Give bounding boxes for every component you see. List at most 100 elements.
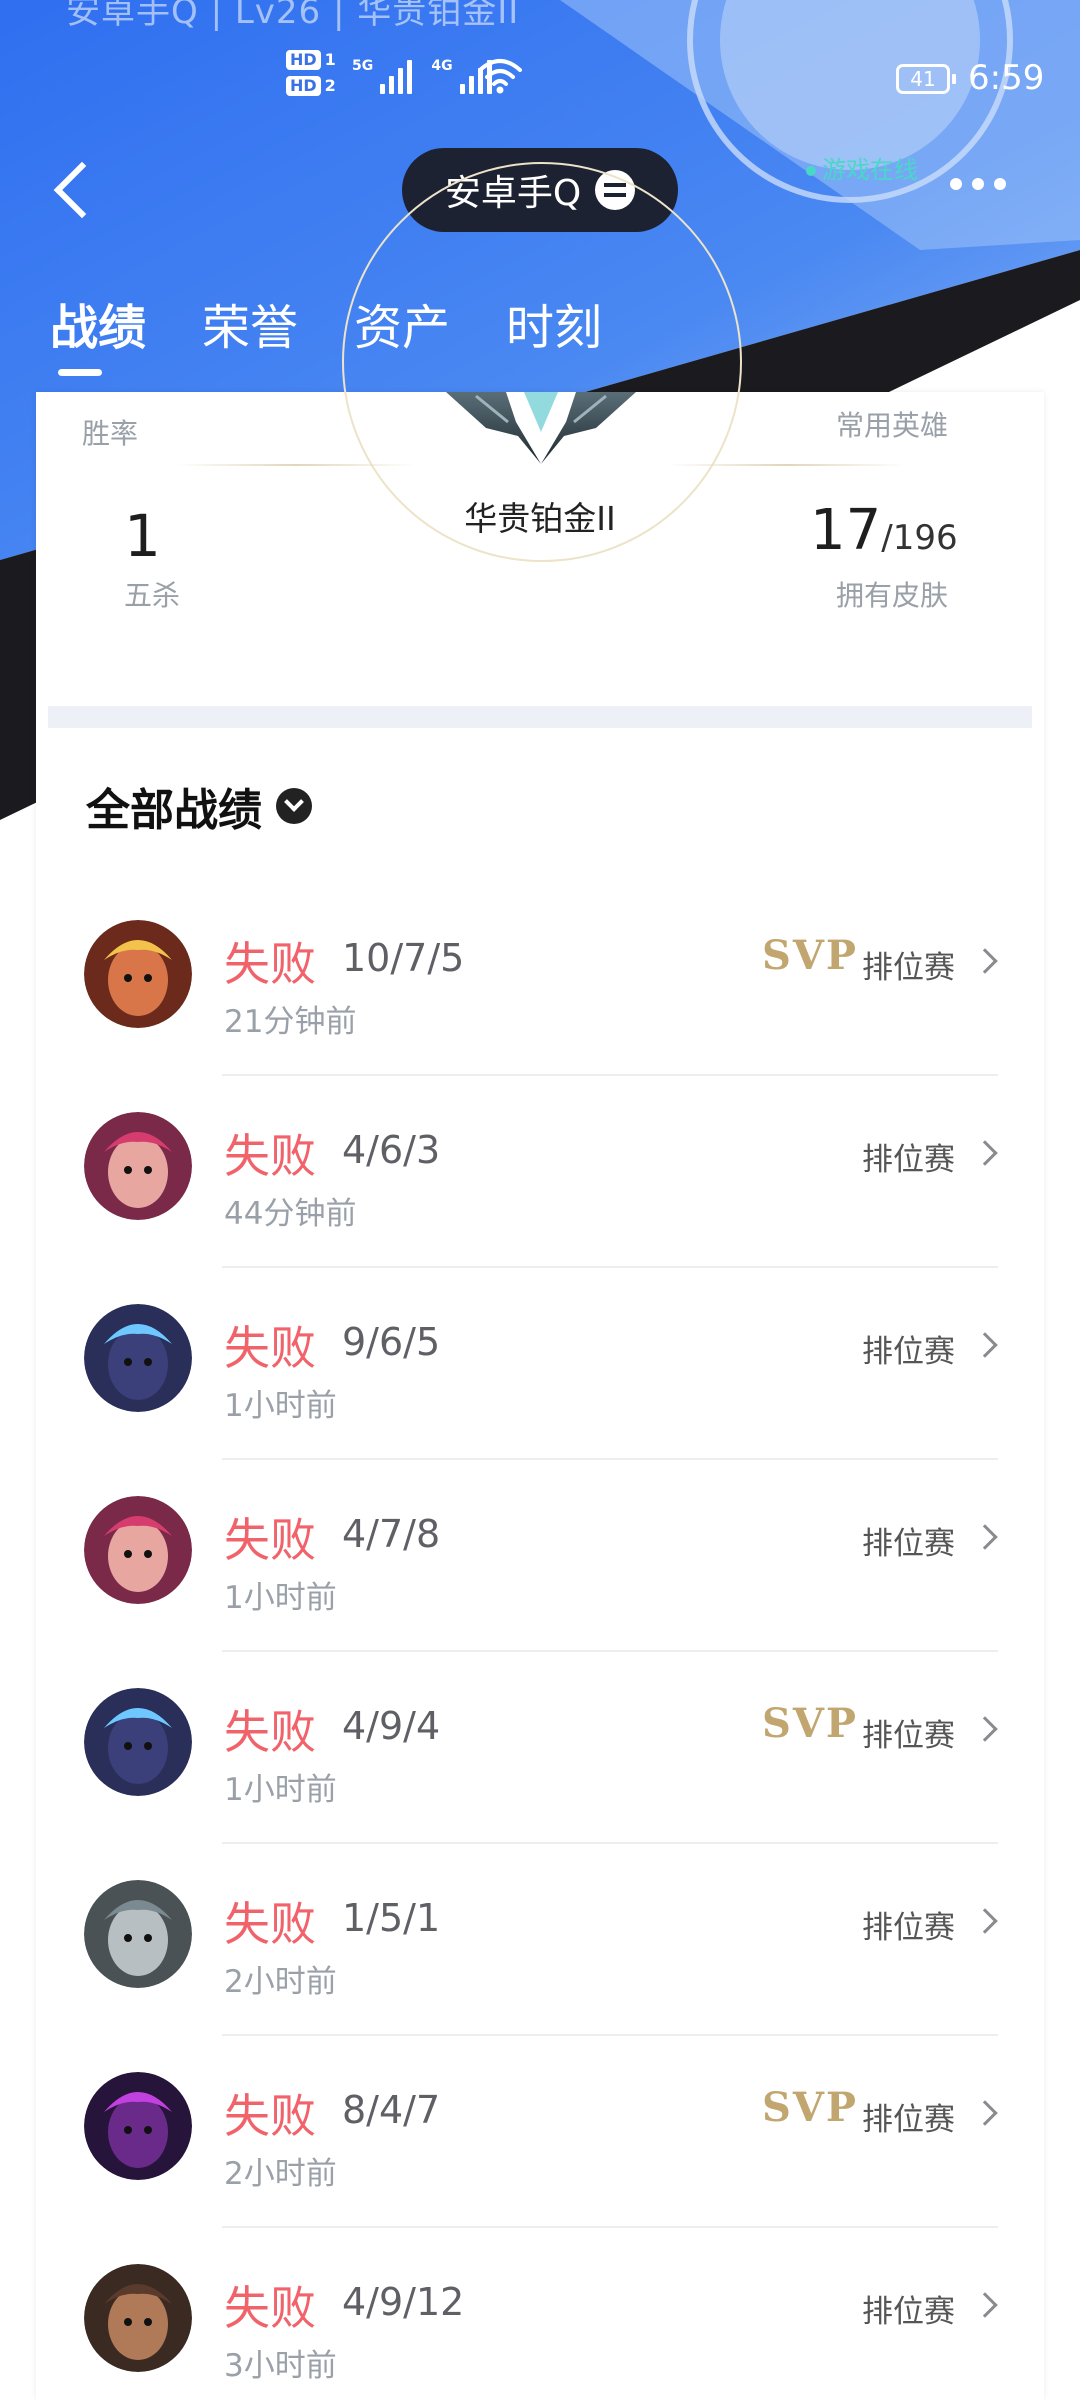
pentakill-label: 五杀: [124, 579, 181, 612]
common-heroes-label: 常用英雄: [836, 409, 949, 442]
status-bar: HD 1 HD 2 5G 4G 41 6:59: [0, 0, 1080, 140]
skins-total: /196: [881, 518, 958, 558]
match-row[interactable]: 失败 8/4/7 2小时前 SVP 排位赛: [36, 2036, 1044, 2228]
winrate-label: 胜率: [82, 417, 139, 450]
match-time-ago: 1小时前: [224, 1772, 337, 1808]
match-row[interactable]: 失败 9/6/5 1小时前 排位赛: [36, 1268, 1044, 1460]
match-result: 失败: [224, 1129, 316, 1183]
divider-line: [176, 464, 416, 466]
profile-card: 胜率 常用英雄 华贵铂金II 1 五杀 17/196 拥有皮肤 全部战绩 失败 1…: [36, 162, 1044, 2400]
network-label-5g: 5G: [352, 58, 374, 74]
match-mode: 排位赛: [862, 1142, 955, 1178]
match-mode: 排位赛: [862, 1526, 955, 1562]
hero-avatar: [84, 1112, 192, 1220]
hero-avatar: [84, 1688, 192, 1796]
hero-avatar: [84, 1880, 192, 1988]
match-row[interactable]: 失败 10/7/5 21分钟前 SVP 排位赛: [36, 884, 1044, 1076]
online-dot-icon: [806, 166, 816, 176]
match-time-ago: 1小时前: [224, 1388, 337, 1424]
match-kda: 4/6/3: [342, 1128, 441, 1172]
match-list-title: 全部战绩: [86, 785, 262, 836]
match-row[interactable]: 失败 4/9/12 3小时前 排位赛: [36, 2228, 1044, 2400]
chevron-right-icon: [972, 948, 998, 974]
match-mode: 排位赛: [862, 950, 955, 986]
divider-line: [666, 464, 906, 466]
match-mode: 排位赛: [862, 2102, 955, 2138]
hero-avatar: [84, 1496, 192, 1604]
match-kda: 8/4/7: [342, 2088, 441, 2132]
battery-icon: 41: [896, 64, 956, 94]
skins-stat[interactable]: 17/196: [810, 498, 958, 563]
match-row[interactable]: 失败 4/6/3 44分钟前 排位赛: [36, 1076, 1044, 1268]
svp-badge: SVP: [762, 1700, 858, 1747]
common-heroes-stat[interactable]: 常用英雄: [836, 404, 948, 444]
match-time-ago: 44分钟前: [224, 1196, 357, 1232]
match-result: 失败: [224, 937, 316, 991]
network-label-4g: 4G: [431, 58, 453, 74]
match-row[interactable]: 失败 4/9/4 1小时前 SVP 排位赛: [36, 1652, 1044, 1844]
chevron-right-icon: [972, 1524, 998, 1550]
match-mode: 排位赛: [862, 1910, 955, 1946]
pentakill-stat: 1: [124, 502, 161, 570]
chevron-right-icon: [972, 2292, 998, 2318]
chevron-right-icon: [972, 1140, 998, 1166]
skins-owned: 17: [810, 498, 882, 563]
match-kda: 1/5/1: [342, 1896, 441, 1940]
chevron-right-icon: [972, 1908, 998, 1934]
match-kda: 4/9/12: [342, 2280, 465, 2324]
match-time-ago: 3小时前: [224, 2348, 337, 2384]
chevron-right-icon: [972, 2100, 998, 2126]
match-result: 失败: [224, 1897, 316, 1951]
hd-badge-1: HD: [286, 50, 321, 70]
hero-avatar: [84, 920, 192, 1028]
match-result: 失败: [224, 1705, 316, 1759]
match-result: 失败: [224, 2089, 316, 2143]
match-result: 失败: [224, 1321, 316, 1375]
signal-bars-icon: [380, 58, 413, 94]
winrate-stat: 胜率: [82, 412, 138, 452]
match-mode: 排位赛: [862, 2294, 955, 2330]
online-status-label: 游戏在线: [822, 156, 918, 184]
skins-label: 拥有皮肤: [836, 579, 949, 612]
pentakill-label-wrap: 五杀: [124, 574, 180, 614]
online-status: 游戏在线: [806, 150, 918, 185]
match-result: 失败: [224, 2281, 316, 2335]
match-time-ago: 2小时前: [224, 2156, 337, 2192]
hero-avatar: [84, 2264, 192, 2372]
match-kda: 4/9/4: [342, 1704, 441, 1748]
more-options-button[interactable]: [950, 178, 1006, 190]
match-kda: 10/7/5: [342, 936, 465, 980]
pentakill-value: 1: [124, 502, 161, 570]
match-time-ago: 21分钟前: [224, 1004, 357, 1040]
section-divider: [48, 706, 1032, 728]
hero-avatar: [84, 1304, 192, 1412]
match-row[interactable]: 失败 1/5/1 2小时前 排位赛: [36, 1844, 1044, 2036]
match-mode: 排位赛: [862, 1718, 955, 1754]
clock-time: 6:59: [968, 58, 1045, 98]
tab-honor[interactable]: 荣誉: [202, 296, 298, 376]
svp-badge: SVP: [762, 2084, 858, 2131]
match-time-ago: 1小时前: [224, 1580, 337, 1616]
match-row[interactable]: 失败 4/7/8 1小时前 排位赛: [36, 1460, 1044, 1652]
hero-avatar: [84, 2072, 192, 2180]
match-result: 失败: [224, 1513, 316, 1567]
hd-indicators: HD 1 HD 2: [286, 50, 346, 102]
hd-num-1: 1: [324, 50, 336, 69]
match-kda: 4/7/8: [342, 1512, 441, 1556]
match-mode: 排位赛: [862, 1334, 955, 1370]
skins-value: 17/196: [810, 498, 958, 563]
rank-emblem-icon: [446, 392, 636, 464]
hd-badge-2: HD: [286, 76, 321, 96]
chevron-right-icon: [972, 1716, 998, 1742]
tab-record[interactable]: 战绩: [50, 296, 146, 376]
svp-badge: SVP: [762, 932, 858, 979]
wifi-icon: [478, 59, 522, 94]
chevron-down-icon: [276, 788, 312, 824]
match-filter-dropdown[interactable]: 全部战绩: [86, 774, 312, 838]
skins-label-wrap: 拥有皮肤: [836, 574, 948, 614]
chevron-right-icon: [972, 1332, 998, 1358]
back-button[interactable]: [50, 158, 94, 218]
match-kda: 9/6/5: [342, 1320, 441, 1364]
match-time-ago: 2小时前: [224, 1964, 337, 2000]
hd-num-2: 2: [324, 76, 336, 95]
